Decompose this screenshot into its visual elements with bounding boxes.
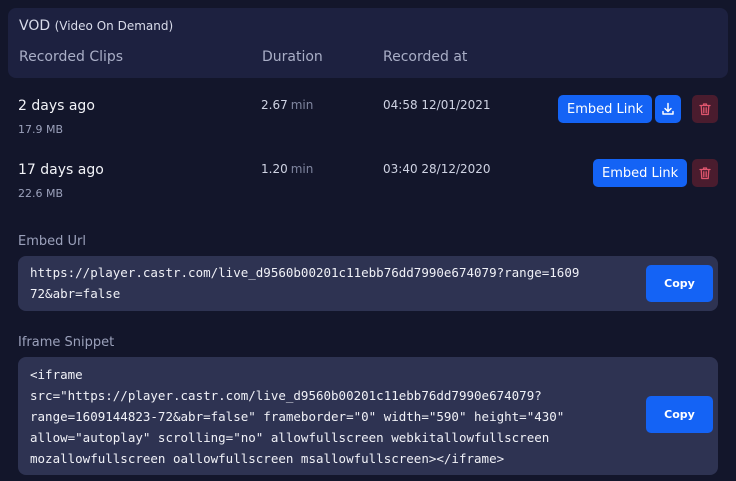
trash-icon [699, 103, 711, 116]
clip-recorded-at: 04:58 12/01/2021 [383, 98, 491, 112]
iframe-snippet-label: Iframe Snippet [18, 335, 115, 350]
clip-name: 17 days ago [18, 162, 104, 178]
column-header-clips: Recorded Clips [19, 49, 124, 65]
column-header-recorded-at: Recorded at [383, 49, 468, 65]
clip-duration-value: 1.20 [261, 162, 288, 176]
clip-size: 22.6 MB [18, 187, 64, 200]
copy-embed-url-button[interactable]: Copy [646, 265, 713, 302]
clip-duration: 2.67 min [261, 98, 313, 112]
embed-url-label: Embed Url [18, 234, 86, 249]
embed-link-button[interactable]: Embed Link [558, 95, 653, 123]
clip-size: 17.9 MB [18, 123, 64, 136]
delete-button[interactable] [692, 95, 718, 123]
clip-duration-unit: min [290, 162, 314, 176]
clip-duration-unit: min [290, 98, 314, 112]
delete-button[interactable] [692, 159, 718, 187]
download-icon [662, 102, 674, 115]
vod-title: VOD (Video On Demand) [19, 18, 173, 34]
copy-iframe-snippet-button[interactable]: Copy [646, 396, 713, 433]
vod-header-card: VOD (Video On Demand) Recorded Clips Dur… [8, 8, 728, 78]
clip-duration-value: 2.67 [261, 98, 288, 112]
trash-icon [699, 167, 711, 180]
download-button[interactable] [655, 95, 681, 123]
vod-title-text: VOD [19, 18, 51, 34]
embed-link-button[interactable]: Embed Link [593, 159, 688, 187]
column-header-duration: Duration [262, 49, 323, 65]
iframe-snippet-field[interactable]: <iframe src="https://player.castr.com/li… [18, 357, 718, 475]
clip-name: 2 days ago [18, 98, 95, 114]
clip-duration: 1.20 min [261, 162, 313, 176]
clip-recorded-at: 03:40 28/12/2020 [383, 162, 491, 176]
embed-url-text[interactable]: https://player.castr.com/live_d9560b0020… [30, 262, 648, 304]
vod-subtitle: (Video On Demand) [54, 19, 174, 33]
iframe-snippet-text[interactable]: <iframe src="https://player.castr.com/li… [30, 364, 648, 469]
embed-url-field[interactable]: https://player.castr.com/live_d9560b0020… [18, 256, 718, 311]
